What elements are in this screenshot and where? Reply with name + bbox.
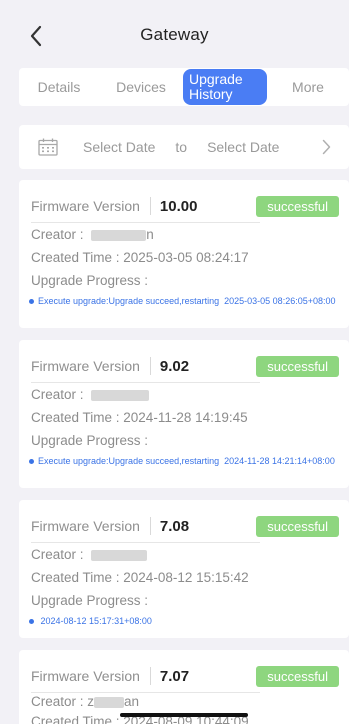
firmware-version-value: 7.07 — [159, 667, 190, 685]
date-range-separator: to — [175, 139, 188, 155]
divider — [31, 222, 260, 223]
chevron-left-icon — [30, 25, 42, 47]
redacted-name — [91, 229, 147, 241]
divider — [149, 667, 151, 685]
progress-entry: Execute upgrade:Upgrade succeed,restarti… — [29, 296, 347, 306]
upgrade-record-card[interactable]: Firmware Version 7.08 successful Creator… — [19, 500, 349, 638]
creator-label: Creator : z — [31, 694, 95, 709]
home-indicator — [120, 713, 248, 717]
redacted-name — [94, 696, 125, 708]
timeline-dot-icon — [29, 459, 34, 465]
created-time: Created Time : 2024-08-12 15:15:42 — [31, 570, 249, 585]
progress-time: 2024-08-12 15:17:31+08:00 — [40, 616, 152, 626]
creator-label: Creator : — [31, 227, 84, 242]
firmware-version-label: Firmware Version — [31, 358, 140, 374]
upgrade-progress-label: Upgrade Progress : — [31, 593, 149, 608]
progress-text: Execute upgrade:Upgrade succeed,restarti… — [38, 296, 220, 306]
firmware-version-label: Firmware Version — [31, 198, 140, 214]
timeline-dot-icon — [29, 299, 34, 305]
divider — [31, 382, 260, 383]
start-date-select[interactable]: Select Date — [83, 139, 155, 155]
firmware-version-value: 7.08 — [159, 517, 190, 535]
creator-suffix: an — [124, 694, 140, 709]
creator-line: Creator : — [31, 387, 150, 402]
divider — [149, 357, 151, 375]
status-badge: successful — [256, 515, 339, 537]
firmware-version-label: Firmware Version — [31, 668, 140, 684]
chevron-right-icon[interactable] — [322, 139, 331, 155]
redacted-name — [91, 549, 148, 561]
firmware-row: Firmware Version 9.02 successful — [31, 352, 339, 380]
creator-line: Creator : z an — [31, 694, 139, 709]
timeline-dot-icon — [29, 619, 34, 625]
status-badge: successful — [256, 665, 339, 687]
firmware-row: Firmware Version 10.00 successful — [31, 192, 339, 220]
tab-details[interactable]: Details — [19, 79, 99, 95]
firmware-row: Firmware Version 7.08 successful — [31, 512, 339, 540]
creator-label: Creator : — [31, 387, 84, 402]
upgrade-record-card[interactable]: Firmware Version 10.00 successful Creato… — [19, 180, 349, 328]
divider — [149, 517, 151, 535]
creator-line: Creator : n — [31, 227, 154, 242]
tab-bar: Details Devices Upgrade History More — [19, 68, 349, 106]
divider — [31, 542, 260, 543]
tab-upgrade-history[interactable]: Upgrade History — [183, 69, 267, 105]
progress-text: Execute upgrade:Upgrade succeed,restarti… — [38, 456, 220, 466]
status-badge: successful — [256, 355, 339, 377]
status-badge: successful — [256, 195, 339, 217]
progress-time: 2025-03-05 08:26:05+08:00 — [224, 296, 336, 306]
back-button[interactable] — [22, 22, 50, 50]
divider — [149, 197, 151, 215]
calendar-icon[interactable] — [38, 136, 60, 158]
firmware-version-label: Firmware Version — [31, 518, 140, 534]
upgrade-progress-label: Upgrade Progress : — [31, 433, 149, 448]
creator-suffix: n — [146, 227, 154, 242]
progress-entry: Execute upgrade:Upgrade succeed,restarti… — [29, 456, 347, 466]
upgrade-progress-label: Upgrade Progress : — [31, 273, 149, 288]
firmware-row: Firmware Version 7.07 successful — [31, 662, 339, 690]
progress-time: 2024-11-28 14:21:14+08:00 — [224, 456, 335, 466]
tab-devices[interactable]: Devices — [99, 79, 183, 95]
progress-entry: 2024-08-12 15:17:31+08:00 — [29, 616, 347, 626]
upgrade-record-card[interactable]: Firmware Version 9.02 successful Creator… — [19, 340, 349, 488]
page-title: Gateway — [140, 25, 209, 44]
top-bar: Gateway — [0, 0, 349, 70]
created-time: Created Time : 2025-03-05 08:24:17 — [31, 250, 249, 265]
date-range-filter: Select Date to Select Date — [19, 125, 349, 169]
created-time: Created Time : 2024-11-28 14:19:45 — [31, 410, 248, 425]
creator-line: Creator : — [31, 547, 148, 562]
firmware-version-value: 9.02 — [159, 357, 190, 375]
creator-label: Creator : — [31, 547, 84, 562]
divider — [31, 692, 260, 693]
redacted-name — [91, 389, 150, 401]
end-date-select[interactable]: Select Date — [207, 139, 279, 155]
firmware-version-value: 10.00 — [159, 197, 198, 215]
tab-more[interactable]: More — [267, 79, 349, 95]
